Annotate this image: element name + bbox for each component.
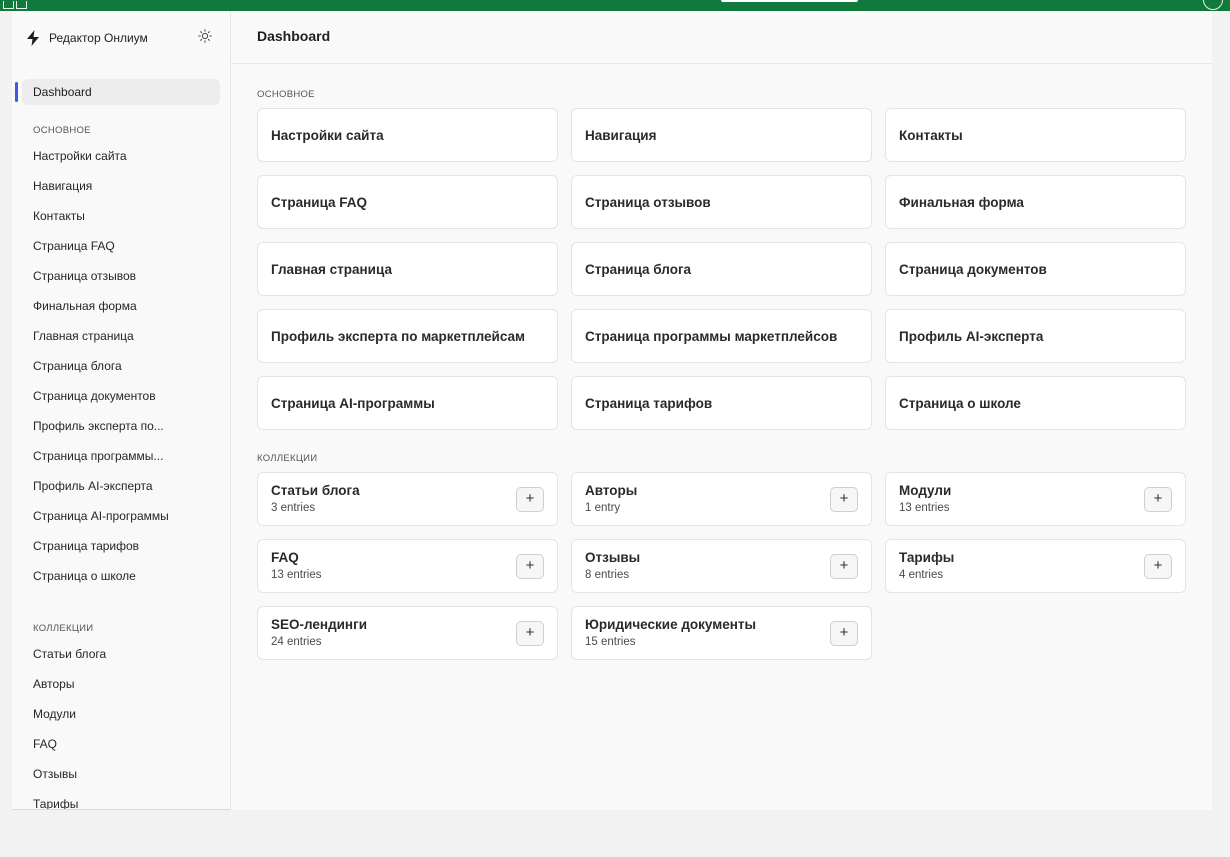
collection-count: 24 entries	[271, 636, 322, 648]
logo-icon	[24, 29, 42, 47]
sidebar-item[interactable]: Страница тарифов	[33, 531, 169, 561]
collection-card[interactable]: Тарифы 4 entries +	[885, 539, 1186, 593]
collection-count: 8 entries	[585, 569, 630, 581]
sidebar-item[interactable]: Страница AI-программы	[33, 501, 169, 531]
sidebar-item[interactable]: Профиль эксперта по...	[33, 411, 169, 441]
browser-top-bar	[0, 0, 1230, 11]
page-card[interactable]: Профиль AI-эксперта	[885, 309, 1186, 363]
collection-count: 15 entries	[585, 636, 636, 648]
page-card[interactable]: Страница тарифов	[571, 376, 872, 430]
sidebar-item[interactable]: Главная страница	[33, 321, 169, 351]
add-entry-button[interactable]: +	[516, 554, 544, 579]
sidebar-item[interactable]: Авторы	[33, 669, 106, 699]
page-card[interactable]: Навигация	[571, 108, 872, 162]
collection-title: FAQ	[271, 550, 299, 565]
collection-title: Отзывы	[585, 550, 641, 565]
collection-title: Тарифы	[899, 550, 955, 565]
collection-title: SEO-лендинги	[271, 617, 368, 632]
section-label-main: ОСНОВНОЕ	[257, 89, 315, 100]
active-indicator	[15, 82, 18, 102]
sidebar-item[interactable]: Модули	[33, 699, 106, 729]
sidebar-collections-list: Статьи блога Авторы Модули FAQ Отзывы Та…	[33, 639, 106, 810]
collection-count: 13 entries	[899, 502, 950, 514]
add-entry-button[interactable]: +	[516, 487, 544, 512]
window-icon	[0, 0, 30, 11]
collection-card[interactable]: Авторы 1 entry +	[571, 472, 872, 526]
sidebar-item[interactable]: Отзывы	[33, 759, 106, 789]
add-entry-button[interactable]: +	[516, 621, 544, 646]
app-window: Редактор Онлиум Dashboard ОСНОВНОЕ Настр…	[12, 11, 1212, 810]
main-content: Dashboard ОСНОВНОЕ Настройки сайта Навиг…	[231, 11, 1212, 810]
page-title: Dashboard	[231, 11, 1212, 64]
collection-card[interactable]: Отзывы 8 entries +	[571, 539, 872, 593]
sidebar-section-collections: КОЛЛЕКЦИИ	[33, 623, 94, 634]
add-entry-button[interactable]: +	[830, 554, 858, 579]
page-card[interactable]: Главная страница	[257, 242, 558, 296]
page-card[interactable]: Страница отзывов	[571, 175, 872, 229]
collection-count: 13 entries	[271, 569, 322, 581]
collection-title: Авторы	[585, 483, 638, 498]
app-name: Редактор Онлиум	[49, 30, 148, 45]
sidebar-item[interactable]: Тарифы	[33, 789, 106, 810]
page-card[interactable]: Настройки сайта	[257, 108, 558, 162]
collection-title: Статьи блога	[271, 483, 360, 498]
sidebar-item[interactable]: Страница FAQ	[33, 231, 169, 261]
collection-title: Юридические документы	[585, 617, 757, 632]
page-card[interactable]: Страница блога	[571, 242, 872, 296]
collection-card[interactable]: FAQ 13 entries +	[257, 539, 558, 593]
sidebar-item[interactable]: Страница документов	[33, 381, 169, 411]
page-card[interactable]: Контакты	[885, 108, 1186, 162]
page-card[interactable]: Страница документов	[885, 242, 1186, 296]
add-entry-button[interactable]: +	[1144, 487, 1172, 512]
sidebar-item[interactable]: Страница о школе	[33, 561, 169, 591]
collection-card[interactable]: Статьи блога 3 entries +	[257, 472, 558, 526]
sidebar-item-dashboard[interactable]: Dashboard	[22, 79, 220, 105]
sidebar-item[interactable]: Финальная форма	[33, 291, 169, 321]
sun-icon[interactable]	[198, 29, 212, 43]
collection-count: 3 entries	[271, 502, 316, 514]
sidebar-section-main: ОСНОВНОЕ	[33, 125, 91, 136]
sidebar-item[interactable]: FAQ	[33, 729, 106, 759]
page-card[interactable]: Страница AI-программы	[257, 376, 558, 430]
sidebar-item[interactable]: Страница отзывов	[33, 261, 169, 291]
sidebar-item[interactable]: Навигация	[33, 171, 169, 201]
collection-card[interactable]: Модули 13 entries +	[885, 472, 1186, 526]
collection-count: 4 entries	[899, 569, 944, 581]
section-label-collections: КОЛЛЕКЦИИ	[257, 453, 318, 464]
collection-card[interactable]: Юридические документы 15 entries +	[571, 606, 872, 660]
collection-count: 1 entry	[585, 502, 621, 514]
page-card[interactable]: Финальная форма	[885, 175, 1186, 229]
profile-icon[interactable]	[1203, 0, 1223, 10]
collection-card[interactable]: SEO-лендинги 24 entries +	[257, 606, 558, 660]
sidebar: Редактор Онлиум Dashboard ОСНОВНОЕ Настр…	[12, 11, 231, 810]
address-bar-edge	[721, 0, 858, 2]
add-entry-button[interactable]: +	[830, 487, 858, 512]
add-entry-button[interactable]: +	[830, 621, 858, 646]
pages-grid: Настройки сайта Навигация Контакты Стран…	[257, 108, 1186, 443]
add-entry-button[interactable]: +	[1144, 554, 1172, 579]
collections-grid: Статьи блога 3 entries + Авторы 1 entry …	[257, 472, 1186, 673]
page-card[interactable]: Страница о школе	[885, 376, 1186, 430]
sidebar-main-list: Настройки сайта Навигация Контакты Стран…	[33, 141, 169, 591]
sidebar-item[interactable]: Статьи блога	[33, 639, 106, 669]
page-card[interactable]: Профиль эксперта по маркетплейсам	[257, 309, 558, 363]
sidebar-item[interactable]: Профиль AI-эксперта	[33, 471, 169, 501]
sidebar-item[interactable]: Страница блога	[33, 351, 169, 381]
sidebar-divider	[12, 809, 230, 810]
collection-title: Модули	[899, 483, 952, 498]
page-card[interactable]: Страница программы маркетплейсов	[571, 309, 872, 363]
page-card[interactable]: Страница FAQ	[257, 175, 558, 229]
sidebar-item[interactable]: Настройки сайта	[33, 141, 169, 171]
sidebar-item[interactable]: Страница программы...	[33, 441, 169, 471]
sidebar-item[interactable]: Контакты	[33, 201, 169, 231]
